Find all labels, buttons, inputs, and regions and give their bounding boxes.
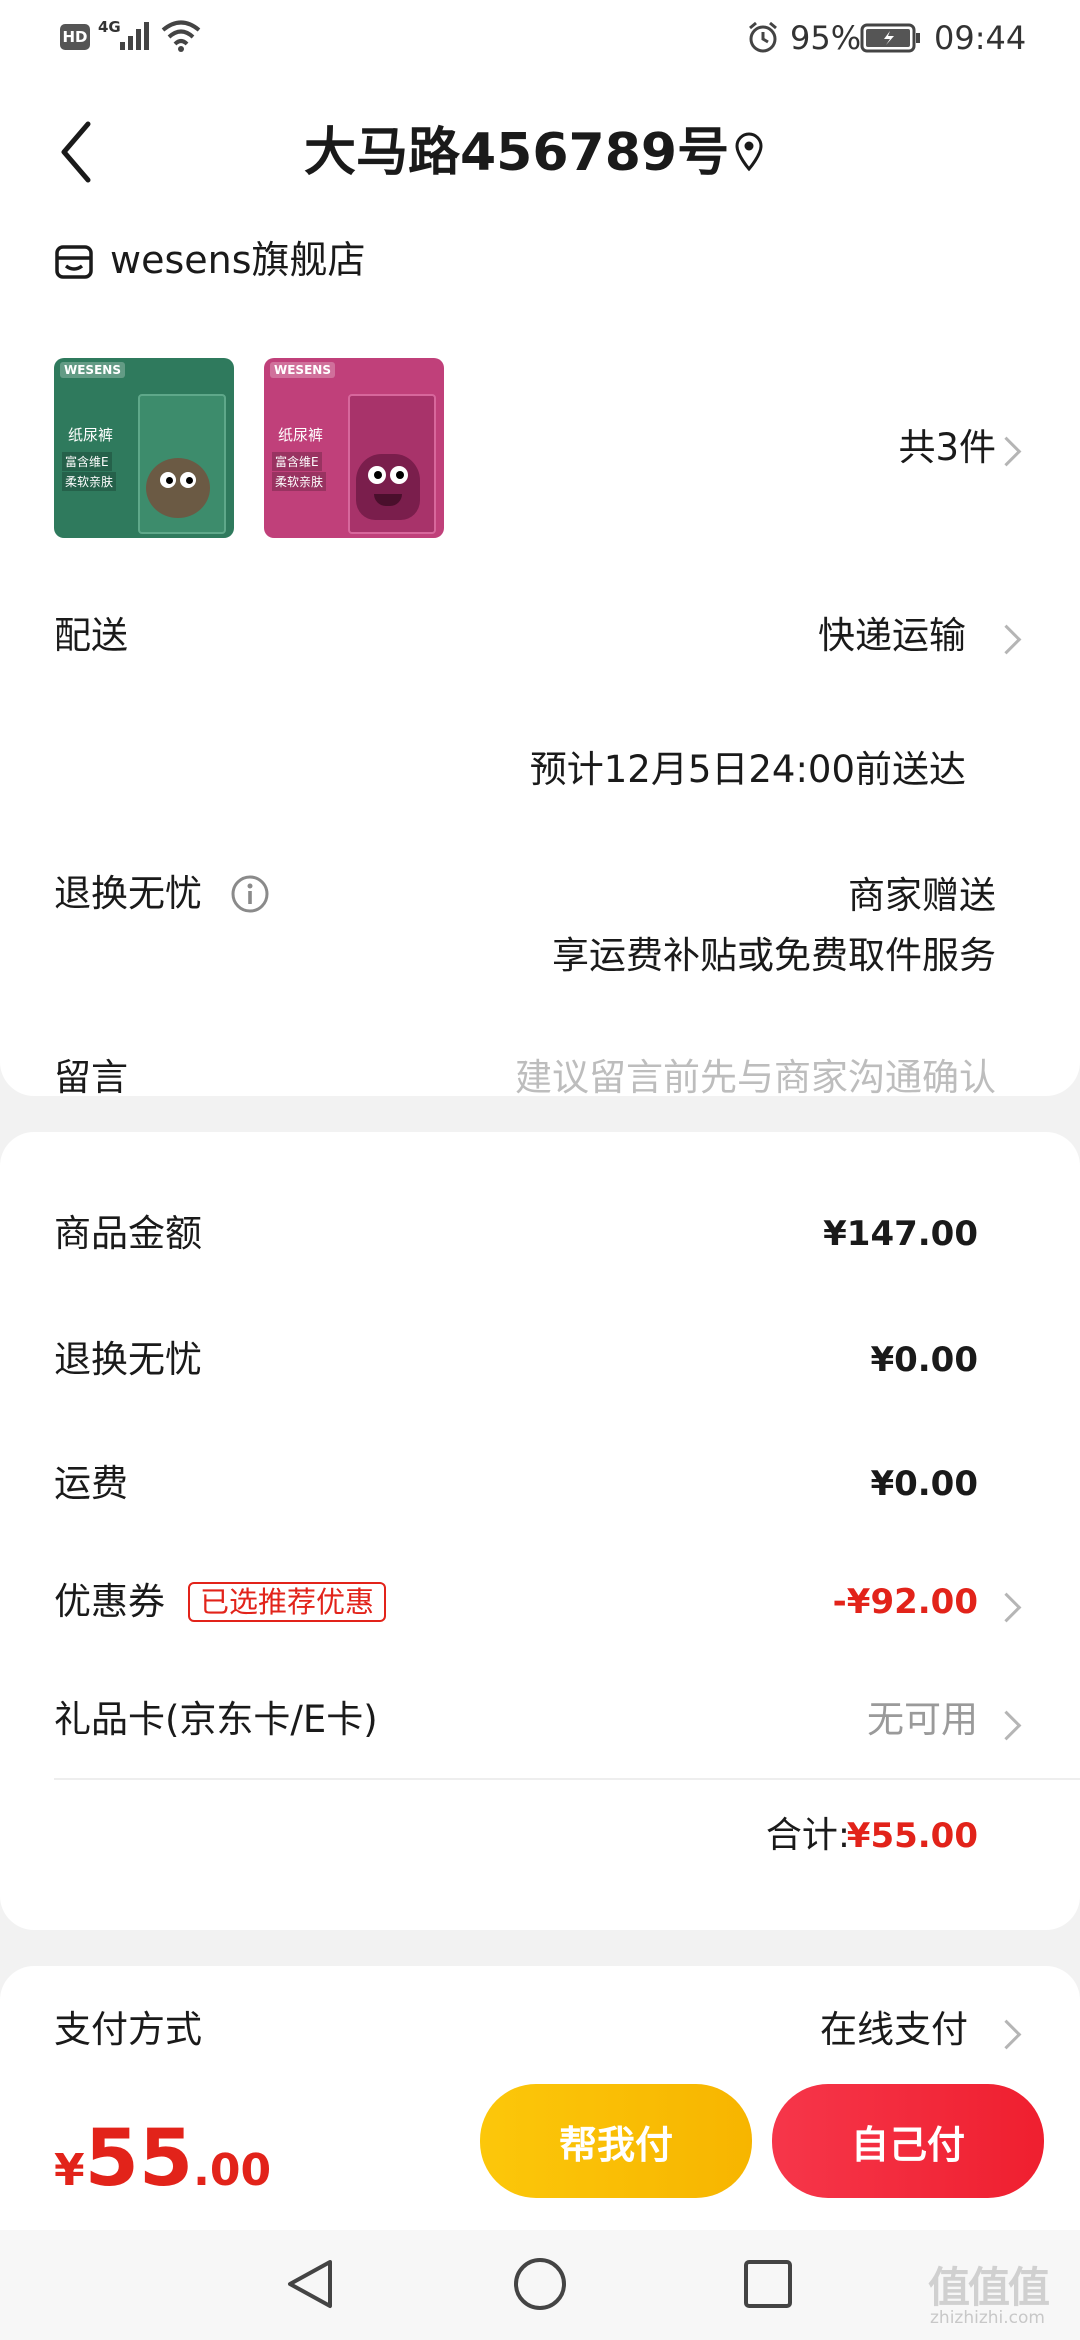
product-tag: 纸尿裤: [278, 426, 324, 444]
alarm-icon: [749, 21, 777, 53]
amount-decimal: .00: [193, 2145, 272, 2196]
signal-icon: [120, 22, 149, 50]
item-count[interactable]: 共3件: [898, 426, 996, 470]
shop-name[interactable]: wesens旗舰店: [110, 236, 366, 284]
nav-back-icon[interactable]: [282, 2256, 336, 2312]
total-label: 合计:: [765, 1815, 850, 1856]
goods-amount-value: ¥147.00: [823, 1214, 978, 1254]
price-summary-card: 商品金额 ¥147.00 退换无忧 ¥0.00 运费 ¥0.00 优惠券 已选推…: [0, 1132, 1080, 1930]
giftcard-value[interactable]: 无可用: [867, 1698, 978, 1742]
return-service-value: 商家赠送: [848, 874, 996, 917]
product-tag: 纸尿裤: [68, 426, 114, 444]
return-service-label: 退换无忧: [54, 872, 202, 915]
shipping-fee-value: ¥0.00: [870, 1464, 978, 1504]
giftcard-label: 礼品卡(京东卡/E卡): [54, 1698, 378, 1741]
chevron-right-icon[interactable]: [991, 1710, 1022, 1741]
total-value: ¥55.00: [846, 1816, 978, 1856]
coupon-badge: 已选推荐优惠: [188, 1582, 387, 1622]
shipping-fee-label: 运费: [54, 1462, 128, 1505]
payment-method-value[interactable]: 在线支付: [820, 2008, 968, 2052]
watermark-site: zhizhizhi.com: [930, 2308, 1045, 2328]
payable-amount: ¥55.00: [54, 2120, 271, 2198]
delivery-eta: 预计12月5日24:00前送达: [529, 748, 966, 791]
self-pay-button[interactable]: 自己付: [772, 2084, 1044, 2198]
back-arrow-icon[interactable]: [58, 120, 94, 184]
product-feature-2: 柔软亲肤: [62, 472, 117, 491]
checkout-bar: ¥55.00 帮我付 自己付: [0, 2066, 1080, 2230]
mascot-image: [146, 458, 210, 518]
chevron-right-icon[interactable]: [991, 436, 1022, 467]
payment-method-label: 支付方式: [54, 2008, 202, 2051]
amount-integer: 55: [84, 2114, 194, 2204]
clock: 09:44: [934, 19, 1027, 57]
return-fee-label: 退换无忧: [54, 1338, 202, 1381]
chevron-right-icon[interactable]: [991, 624, 1022, 655]
location-pin-icon[interactable]: [734, 132, 764, 172]
product-feature-1: 富含维E: [272, 452, 322, 471]
chevron-right-icon[interactable]: [991, 1592, 1022, 1623]
watermark-logo: 值值值: [928, 2263, 1050, 2312]
nav-home-icon[interactable]: [512, 2256, 568, 2312]
product-thumbnail[interactable]: WESENS 纸尿裤 富含维E 柔软亲肤: [264, 358, 444, 538]
help-pay-button[interactable]: 帮我付: [480, 2084, 752, 2198]
return-fee-value: ¥0.00: [870, 1340, 978, 1380]
goods-amount-label: 商品金额: [54, 1212, 202, 1255]
brand-label: WESENS: [60, 362, 125, 378]
nav-recents-icon[interactable]: [742, 2258, 794, 2310]
info-icon[interactable]: [230, 874, 270, 914]
hd-badge: HD: [60, 24, 90, 50]
divider: [54, 1778, 1080, 1780]
product-feature-2: 柔软亲肤: [272, 472, 327, 491]
address-title[interactable]: 大马路456789号: [304, 122, 729, 184]
coupon-discount-value[interactable]: -¥92.00: [833, 1580, 978, 1624]
system-nav-bar: 值值值 zhizhizhi.com: [0, 2230, 1080, 2340]
battery-icon: [860, 23, 920, 53]
order-shop-card: 大马路456789号 wesens旗舰店 WESENS 纸尿裤 富含维E 柔软亲…: [0, 76, 1080, 1099]
delivery-method[interactable]: 快递运输: [818, 614, 966, 658]
message-input[interactable]: 建议留言前先与商家沟通确认: [515, 1056, 996, 1100]
wifi-icon: [161, 20, 201, 52]
product-feature-1: 富含维E: [62, 452, 112, 471]
product-thumbnail[interactable]: WESENS 纸尿裤 富含维E 柔软亲肤: [54, 358, 234, 538]
mascot-image: [356, 454, 420, 520]
coupon-label: 优惠券: [54, 1580, 165, 1623]
brand-label: WESENS: [270, 362, 335, 378]
delivery-label: 配送: [54, 614, 128, 657]
chevron-right-icon[interactable]: [991, 2019, 1022, 2050]
message-label: 留言: [54, 1056, 128, 1099]
store-icon: [55, 245, 93, 279]
return-service-detail: 享运费补贴或免费取件服务: [552, 934, 996, 977]
currency-symbol: ¥: [54, 2145, 85, 2196]
status-bar: HD 4G 95% 09:44: [0, 0, 1080, 76]
battery-percent: 95%: [790, 19, 862, 57]
